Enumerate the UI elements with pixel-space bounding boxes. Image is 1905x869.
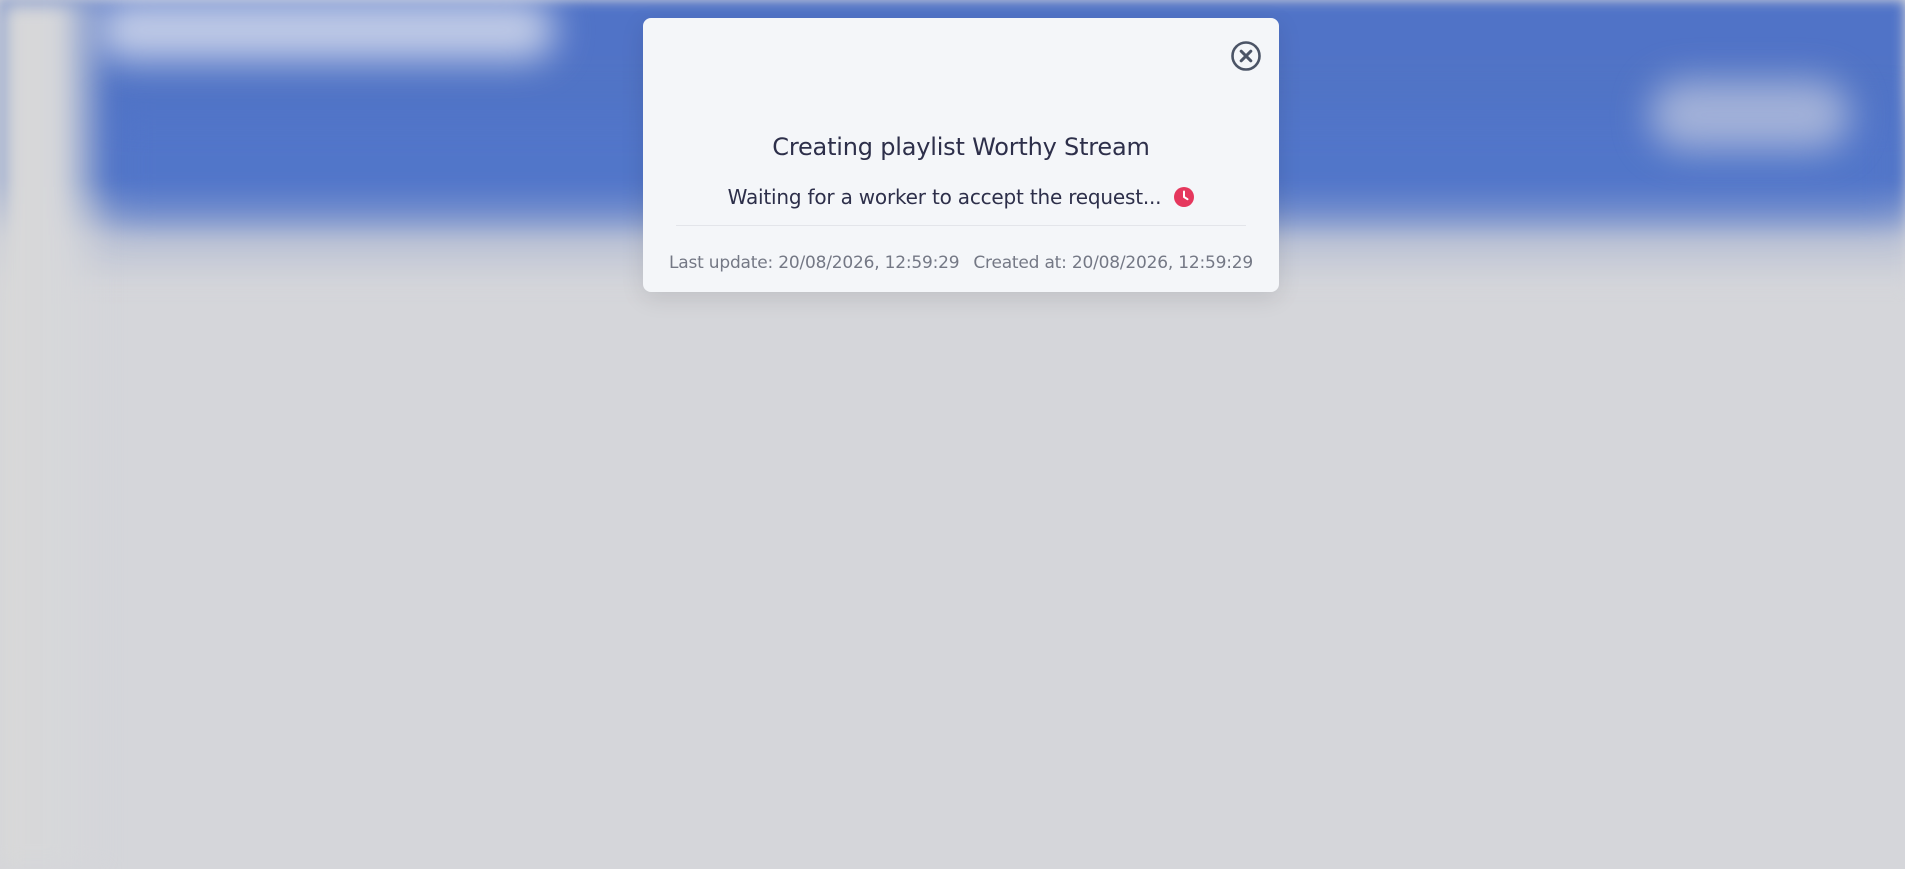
- blurred-page-title: [95, 0, 555, 60]
- blurred-sidebar: [0, 0, 110, 869]
- status-message: Waiting for a worker to accept the reque…: [727, 185, 1162, 209]
- status-row: Waiting for a worker to accept the reque…: [643, 184, 1279, 210]
- divider: [676, 225, 1246, 226]
- created-at-text: Created at: 20/08/2026, 12:59:29: [973, 253, 1254, 273]
- blurred-header-button: [1650, 80, 1850, 150]
- close-circle-icon: [1230, 40, 1262, 72]
- close-button[interactable]: [1230, 40, 1262, 72]
- playlist-status-dialog: Creating playlist Worthy Stream Waiting …: [643, 18, 1279, 292]
- clock-icon: [1174, 187, 1195, 207]
- timestamps-row: Last update: 20/08/2026, 12:59:29 Create…: [643, 251, 1279, 275]
- last-update-text: Last update: 20/08/2026, 12:59:29: [668, 253, 960, 273]
- dialog-title: Creating playlist Worthy Stream: [772, 133, 1150, 161]
